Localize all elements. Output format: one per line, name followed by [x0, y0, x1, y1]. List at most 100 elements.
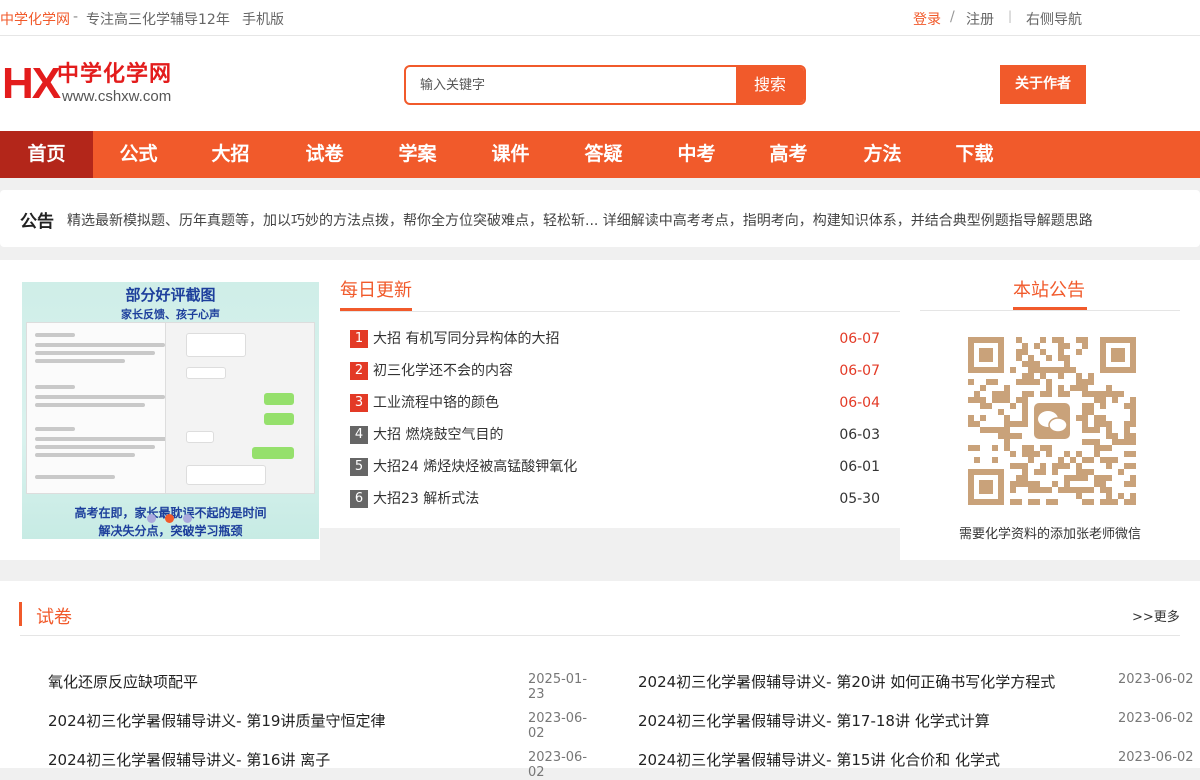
login-link[interactable]: 登录 [913, 9, 941, 29]
list-item[interactable]: 2024初三化学暑假辅导讲义- 第19讲质量守恒定律 2023-06-02 [48, 710, 600, 741]
rank-badge: 4 [350, 426, 368, 444]
list-item[interactable]: 氧化还原反应缺项配平 2025-01-23 [48, 671, 600, 702]
nav-item-gaokao[interactable]: 高考 [742, 131, 835, 178]
list-item[interactable]: 5 大招24 烯烃炔烃被高锰酸钾氧化 06-01 [350, 458, 890, 478]
slogan-dash: - [73, 9, 79, 25]
carousel-slide[interactable]: 部分好评截图 家长反馈、孩子心声 高考在即，家长最耽误不起的是时间 解决失分点，… [22, 282, 319, 539]
top-bar: 中学化学网 - 专注高三化学辅导12年 手机版 登录 / 注册 | 右侧导航 [0, 0, 1200, 36]
nav-item-exams[interactable]: 试卷 [278, 131, 371, 178]
site-notice-heading: 本站公告 [1013, 280, 1085, 301]
article-link[interactable]: 大招24 烯烃炔烃被高锰酸钾氧化 [373, 458, 577, 476]
announcement-label: 公告 [20, 212, 54, 232]
slide-subtitle: 家长反馈、孩子心声 [121, 308, 220, 321]
logo-mark: HX [2, 59, 61, 108]
slide-footer-line2: 解决失分点，突破学习瓶颈 [98, 524, 243, 538]
section-accent-bar [19, 602, 22, 626]
article-link[interactable]: 大招 燃烧鼓空气目的 [373, 426, 503, 444]
site-slogan: 专注高三化学辅导12年 [86, 12, 230, 28]
rank-badge: 6 [350, 490, 368, 508]
logo-title: 中学化学网 [57, 62, 173, 87]
main-nav: 首页 公式 大招 试卷 学案 课件 答疑 中考 高考 方法 下载 [0, 131, 1200, 178]
list-item[interactable]: 4 大招 燃烧鼓空气目的 06-03 [350, 426, 890, 446]
site-notice-panel: 本站公告 需要化学资料的添加张老师微信 [900, 260, 1200, 560]
exam-date: 2023-06-02 [1118, 750, 1194, 765]
site-logo[interactable]: HX 中学化学网 www.cshxw.com [2, 62, 192, 110]
exam-link[interactable]: 2024初三化学暑假辅导讲义- 第15讲 化合价和 化学式 [638, 749, 1000, 770]
exam-date: 2023-06-02 [528, 750, 588, 780]
nav-item-qa[interactable]: 答疑 [557, 131, 650, 178]
nav-item-methods[interactable]: 方法 [836, 131, 929, 178]
exam-date: 2023-06-02 [528, 711, 588, 741]
article-date: 06-03 [839, 427, 880, 443]
wechat-qr-code [968, 337, 1136, 505]
exam-date: 2025-01-23 [528, 672, 588, 702]
qr-caption: 需要化学资料的添加张老师微信 [958, 527, 1141, 542]
article-link[interactable]: 大招 有机写同分异构体的大招 [373, 330, 559, 348]
logo-url: www.cshxw.com [62, 88, 172, 105]
more-link[interactable]: >>更多 [1132, 606, 1180, 625]
carousel-dot[interactable] [183, 514, 192, 523]
site-name-link[interactable]: 中学化学网 [0, 9, 70, 29]
register-link[interactable]: 注册 [966, 9, 994, 29]
article-link[interactable]: 工业流程中铬的颜色 [373, 394, 499, 412]
slide-title: 部分好评截图 [125, 286, 216, 304]
divider [340, 311, 900, 312]
right-nav-link[interactable]: 右侧导航 [1026, 9, 1082, 29]
carousel-dot-active[interactable] [165, 514, 174, 523]
nav-item-tricks[interactable]: 大招 [184, 131, 277, 178]
chat-screenshot [165, 322, 315, 494]
review-screenshot [26, 322, 181, 494]
carousel-dot[interactable] [147, 514, 156, 523]
list-item[interactable]: 2024初三化学暑假辅导讲义- 第17-18讲 化学式计算 2023-06-02 [638, 710, 1198, 730]
carousel-dots [147, 514, 207, 524]
exam-link[interactable]: 2024初三化学暑假辅导讲义- 第20讲 如何正确书写化学方程式 [638, 671, 1055, 692]
article-date: 06-07 [839, 331, 880, 347]
list-item[interactable]: 1 大招 有机写同分异构体的大招 06-07 [350, 330, 890, 350]
list-item[interactable]: 2024初三化学暑假辅导讲义- 第20讲 如何正确书写化学方程式 2023-06… [638, 671, 1198, 691]
search-box: 搜索 [404, 65, 806, 105]
exam-date: 2023-06-02 [1118, 711, 1194, 726]
article-date: 05-30 [839, 491, 880, 507]
exam-section: 试卷 >>更多 氧化还原反应缺项配平 2025-01-23 2024初三化学暑假… [0, 581, 1200, 780]
announcement-text[interactable]: 精选最新模拟题、历年真题等，加以巧妙的方法点拨，帮你全方位突破难点，轻松斩...… [67, 210, 1093, 230]
exam-link[interactable]: 氧化还原反应缺项配平 [48, 671, 198, 692]
nav-item-zhongkao[interactable]: 中考 [650, 131, 743, 178]
rank-badge: 5 [350, 458, 368, 476]
announcement-bar: 公告 精选最新模拟题、历年真题等，加以巧妙的方法点拨，帮你全方位突破难点，轻松斩… [0, 190, 1200, 247]
divider [920, 310, 1180, 311]
carousel-panel: 部分好评截图 家长反馈、孩子心声 高考在即，家长最耽误不起的是时间 解决失分点，… [0, 260, 320, 560]
nav-item-courseware[interactable]: 课件 [464, 131, 557, 178]
article-link[interactable]: 大招23 解析式法 [373, 490, 479, 508]
article-date: 06-07 [839, 363, 880, 379]
exam-section-heading: 试卷 [36, 607, 72, 628]
article-date: 06-01 [839, 459, 880, 475]
daily-updates-panel: 每日更新 1 大招 有机写同分异构体的大招 06-07 2 初三化学还不会的内容… [320, 260, 900, 528]
rank-badge: 1 [350, 330, 368, 348]
nav-item-home[interactable]: 首页 [0, 131, 93, 178]
nav-item-download[interactable]: 下载 [928, 131, 1021, 178]
list-item[interactable]: 2024初三化学暑假辅导讲义- 第16讲 离子 2023-06-02 [48, 749, 600, 780]
exam-link[interactable]: 2024初三化学暑假辅导讲义- 第19讲质量守恒定律 [48, 710, 385, 731]
nav-separator: | [1008, 9, 1013, 23]
list-item[interactable]: 2024初三化学暑假辅导讲义- 第15讲 化合价和 化学式 2023-06-02 [638, 749, 1198, 769]
exam-date: 2023-06-02 [1118, 672, 1194, 687]
exam-link[interactable]: 2024初三化学暑假辅导讲义- 第17-18讲 化学式计算 [638, 710, 990, 731]
header: HX 中学化学网 www.cshxw.com 搜索 关于作者 [0, 36, 1200, 131]
divider [20, 635, 1180, 636]
mobile-version-link[interactable]: 手机版 [242, 9, 284, 29]
rank-badge: 3 [350, 394, 368, 412]
rank-badge: 2 [350, 362, 368, 380]
article-date: 06-04 [839, 395, 880, 411]
daily-updates-heading: 每日更新 [340, 280, 412, 301]
list-item[interactable]: 3 工业流程中铬的颜色 06-04 [350, 394, 890, 414]
article-link[interactable]: 初三化学还不会的内容 [373, 362, 513, 380]
exam-link[interactable]: 2024初三化学暑假辅导讲义- 第16讲 离子 [48, 749, 330, 770]
list-item[interactable]: 6 大招23 解析式法 05-30 [350, 490, 890, 510]
search-input[interactable] [406, 67, 736, 103]
nav-item-study-plans[interactable]: 学案 [371, 131, 464, 178]
nav-item-formula[interactable]: 公式 [92, 131, 185, 178]
list-item[interactable]: 2 初三化学还不会的内容 06-07 [350, 362, 890, 382]
login-separator: / [950, 9, 955, 25]
search-button[interactable]: 搜索 [736, 67, 804, 103]
about-author-button[interactable]: 关于作者 [1000, 65, 1086, 104]
